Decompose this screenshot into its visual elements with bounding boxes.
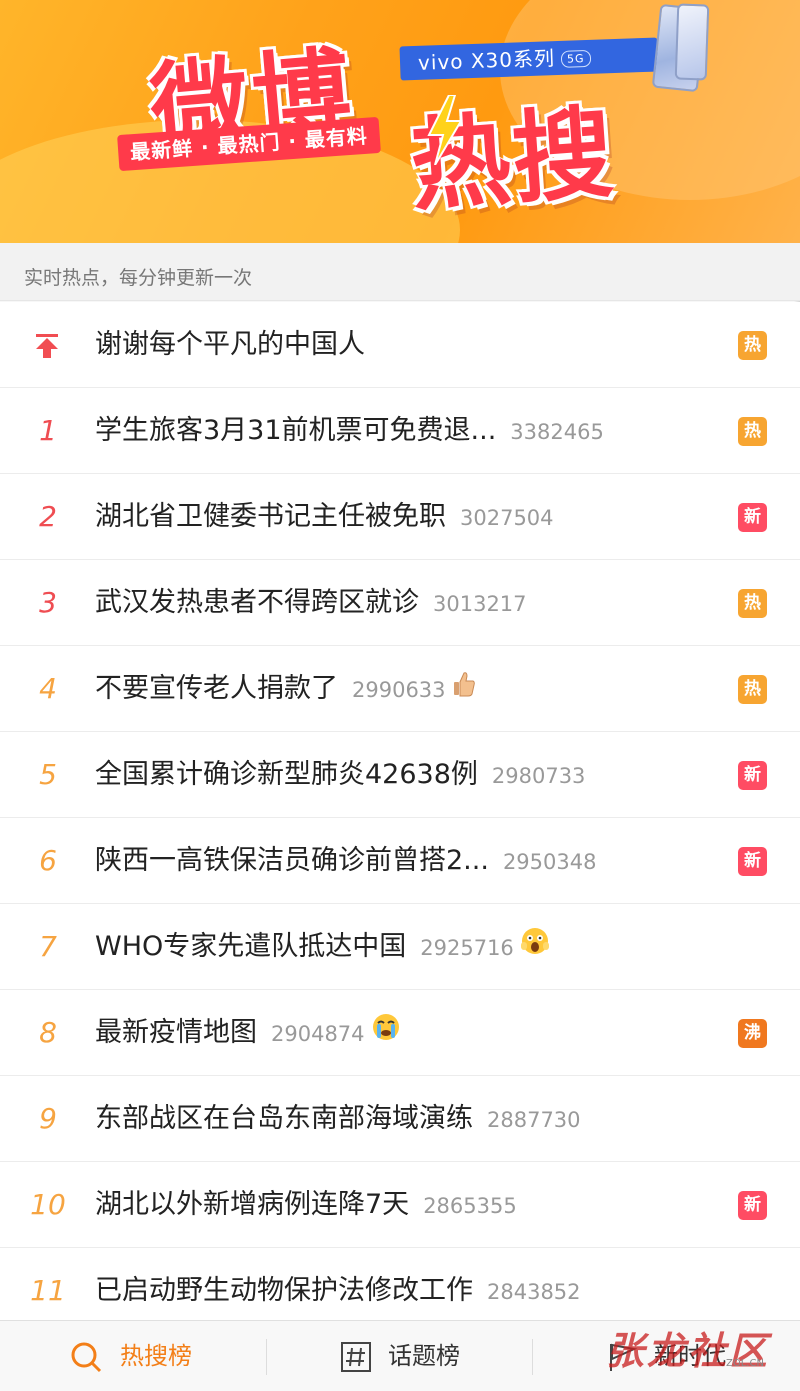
rank-number: 5: [39, 758, 57, 791]
search-count: 2950348: [502, 850, 597, 874]
watermark-url: ZOL.CN: [726, 1358, 764, 1369]
rank-number: 1: [39, 414, 57, 447]
watermark: 张龙社区 ZOL.CN: [606, 1318, 800, 1390]
hot-search-row[interactable]: 4 不要宣传老人捐款了 2990633 热: [0, 646, 800, 732]
topic-title: 陕西一高铁保洁员确诊前曾搭2...: [95, 845, 489, 876]
rank-number: 6: [39, 844, 57, 877]
pin-top-icon: [36, 334, 58, 358]
hot-badge: 热: [738, 675, 767, 704]
search-count: 2904874: [271, 1022, 365, 1046]
5g-tag: 5G: [560, 49, 591, 68]
topic-title-group: 最新疫情地图 2904874: [95, 990, 401, 1076]
rank-number: 3: [39, 586, 57, 619]
search-count: 3382465: [510, 420, 604, 444]
topic-title-group: 湖北省卫健委书记主任被免职 3027504: [95, 474, 554, 560]
topic-title: 谢谢每个平凡的中国人: [95, 329, 365, 360]
hot-search-row[interactable]: 9 东部战区在台岛东南部海域演练 2887730: [0, 1076, 800, 1162]
rank-number: 9: [39, 1102, 57, 1135]
topic-title-group: WHO专家先遣队抵达中国 2925716: [95, 904, 550, 990]
search-count: 2990633: [352, 678, 446, 702]
topic-title-group: 全国累计确诊新型肺炎42638例 2980733: [95, 732, 585, 818]
rank-number: 8: [39, 1016, 57, 1049]
hot-search-row[interactable]: 1 学生旅客3月31前机票可免费退... 3382465 热: [0, 388, 800, 474]
hot-badge: 热: [738, 589, 767, 618]
realtime-hint: 实时热点，每分钟更新一次: [0, 243, 800, 301]
thumbs-up-icon: [452, 647, 476, 733]
hot-search-row[interactable]: 5 全国累计确诊新型肺炎42638例 2980733 新: [0, 732, 800, 818]
hot-badge: 热: [738, 417, 767, 446]
topic-title-group: 湖北以外新增病例连降7天 2865355: [95, 1162, 517, 1248]
new-badge: 新: [738, 847, 767, 876]
search-count: 2980733: [491, 764, 586, 788]
search-count: 3013217: [433, 592, 527, 616]
hashtag-icon: [341, 1342, 371, 1372]
topic-title: 全国累计确诊新型肺炎42638例: [95, 759, 478, 790]
hot-search-row[interactable]: 3 武汉发热患者不得跨区就诊 3013217 热: [0, 560, 800, 646]
sponsor-ad-text: vivo X30系列: [417, 46, 556, 75]
search-count: 2887730: [487, 1108, 581, 1132]
new-badge: 新: [738, 761, 767, 790]
topic-title: 湖北以外新增病例连降7天: [95, 1189, 410, 1220]
new-badge: 新: [738, 503, 767, 532]
topic-title: 武汉发热患者不得跨区就诊: [95, 587, 419, 618]
boil-badge: 沸: [738, 1019, 767, 1048]
search-count: 3027504: [460, 506, 554, 530]
tab-topics[interactable]: 话题榜: [388, 1321, 460, 1391]
hot-search-row[interactable]: 8 最新疫情地图 2904874 沸: [0, 990, 800, 1076]
topic-title: 已启动野生动物保护法修改工作: [95, 1275, 473, 1306]
search-count: 2843852: [487, 1280, 581, 1304]
topic-title-group: 武汉发热患者不得跨区就诊 3013217: [95, 560, 527, 646]
topic-title: 东部战区在台岛东南部海域演练: [95, 1103, 473, 1134]
topic-title: 湖北省卫健委书记主任被免职: [95, 501, 446, 532]
hot-badge: 热: [738, 331, 767, 360]
hot-search-list: 谢谢每个平凡的中国人 热 1 学生旅客3月31前机票可免费退... 3382465 热…: [0, 302, 800, 1334]
hot-search-row[interactable]: 7 WHO专家先遣队抵达中国 2925716: [0, 904, 800, 990]
rank-number: 4: [39, 672, 57, 705]
hot-search-banner[interactable]: 微博 热搜 最新鲜 · 最热门 · 最有料 vivo X30系列 5G: [0, 0, 800, 243]
rank-number: 2: [39, 500, 57, 533]
topic-title: 不要宣传老人捐款了: [95, 673, 338, 704]
new-badge: 新: [738, 1191, 767, 1220]
scared-face-icon: [520, 905, 550, 991]
topic-title: 最新疫情地图: [95, 1017, 257, 1048]
search-icon: [71, 1342, 102, 1373]
crying-face-icon: [371, 991, 401, 1077]
nav-divider: [266, 1339, 267, 1375]
hot-search-row[interactable]: 10 湖北以外新增病例连降7天 2865355 新: [0, 1162, 800, 1248]
topic-title: 学生旅客3月31前机票可免费退...: [95, 415, 497, 446]
tab-hot-search[interactable]: 热搜榜: [120, 1321, 192, 1391]
hot-search-row[interactable]: 6 陕西一高铁保洁员确诊前曾搭2... 2950348 新: [0, 818, 800, 904]
nav-divider: [532, 1339, 533, 1375]
search-count: 2925716: [420, 936, 514, 960]
rank-number: 10: [30, 1188, 66, 1221]
pinned-row[interactable]: 谢谢每个平凡的中国人 热: [0, 302, 800, 388]
phone-illustration: [674, 3, 710, 81]
topic-title-group: 陕西一高铁保洁员确诊前曾搭2... 2950348: [95, 818, 596, 904]
topic-title: WHO专家先遣队抵达中国: [95, 931, 407, 962]
topic-title-group: 不要宣传老人捐款了 2990633: [95, 646, 476, 732]
topic-title-group: 学生旅客3月31前机票可免费退... 3382465: [95, 388, 604, 474]
topic-title-group: 东部战区在台岛东南部海域演练 2887730: [95, 1076, 581, 1162]
search-count: 2865355: [423, 1194, 517, 1218]
lightning-icon: [427, 95, 463, 165]
rank-number: 7: [39, 930, 57, 963]
hot-search-row[interactable]: 2 湖北省卫健委书记主任被免职 3027504 新: [0, 474, 800, 560]
